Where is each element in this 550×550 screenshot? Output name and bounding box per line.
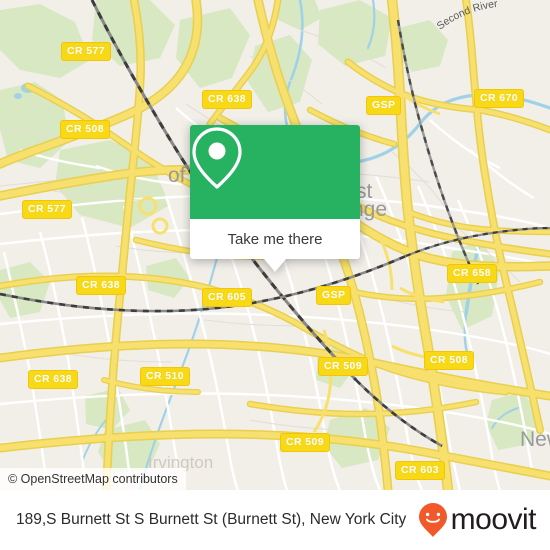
road-shield: CR 509 <box>280 433 331 452</box>
road-shield: CR 508 <box>424 351 475 370</box>
moovit-wordmark: moovit <box>450 503 537 536</box>
road-shield: CR 638 <box>202 90 253 109</box>
moovit-pin-smiley-icon <box>418 503 447 537</box>
road-shield: CR 605 <box>202 288 253 307</box>
road-shield: CR 603 <box>395 461 446 480</box>
moovit-logo[interactable]: moovit <box>418 502 537 538</box>
road-shield: GSP <box>316 286 352 305</box>
road-shield: CR 577 <box>22 200 73 219</box>
road-shield: CR 509 <box>318 357 369 376</box>
lake <box>14 93 22 99</box>
footer-bar: 189,S Burnett St S Burnett St (Burnett S… <box>0 490 550 550</box>
road-shield: CR 508 <box>60 120 111 139</box>
road-shield: CR 638 <box>76 276 127 295</box>
road-shield: CR 670 <box>474 89 525 108</box>
address-title: 189,S Burnett St S Burnett St (Burnett S… <box>16 511 407 528</box>
map-screenshot: Second River of C st nge New Irvington C… <box>0 0 550 550</box>
popup-pointer <box>264 259 286 272</box>
location-popup[interactable]: Take me there <box>190 125 360 272</box>
road-shield: CR 577 <box>61 42 112 61</box>
road-shield: CR 510 <box>140 367 191 386</box>
place-label: New <box>520 428 550 451</box>
osm-attribution[interactable]: © OpenStreetMap contributors <box>0 468 186 490</box>
map-pin-icon <box>192 127 242 189</box>
road-shield: CR 658 <box>447 264 498 283</box>
popup-header <box>190 125 360 219</box>
road-shield: GSP <box>366 96 402 115</box>
take-me-there-button[interactable]: Take me there <box>190 219 360 259</box>
map-canvas[interactable]: Second River of C st nge New Irvington C… <box>0 0 550 490</box>
road-shield: CR 638 <box>28 370 79 389</box>
